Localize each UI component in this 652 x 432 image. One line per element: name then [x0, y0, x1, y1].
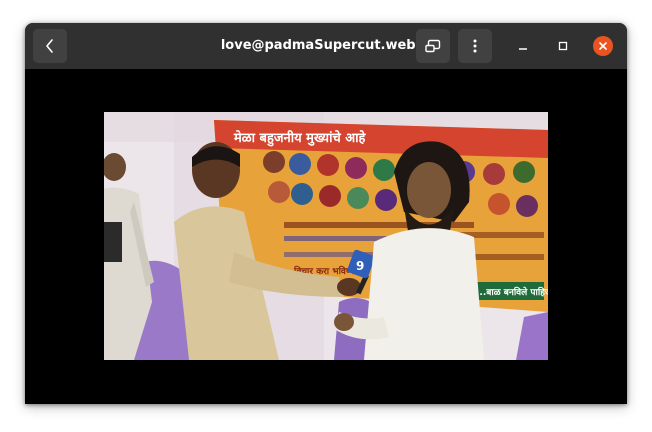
vertical-ellipsis-icon	[473, 39, 477, 53]
video-area[interactable]: मेळा बहुजनीय मुख्यांचे आहे विचार करा भवि…	[25, 69, 627, 404]
titlebar: love@padmaSupercut.webm	[25, 23, 627, 69]
maximize-icon	[558, 41, 568, 51]
mic-label: 9	[356, 259, 364, 273]
picture-in-picture-icon	[425, 39, 441, 53]
maximize-button[interactable]	[551, 34, 575, 58]
video-scene: मेळा बहुजनीय मुख्यांचे आहे विचार करा भवि…	[104, 112, 548, 360]
minimize-icon	[519, 48, 527, 50]
chevron-left-icon	[46, 39, 53, 53]
menu-button[interactable]	[458, 29, 492, 63]
banner-subtext: ...बाळ बनविले पाहिजे	[476, 286, 548, 298]
video-player-window: love@padmaSupercut.webm मेळा बहुजनीय मुख…	[25, 23, 627, 404]
back-button[interactable]	[33, 29, 67, 63]
close-button[interactable]	[591, 34, 615, 58]
picture-in-picture-button[interactable]	[416, 29, 450, 63]
banner-title: मेळा बहुजनीय मुख्यांचे आहे	[233, 130, 367, 147]
close-icon	[599, 42, 607, 50]
minimize-button[interactable]	[511, 34, 535, 58]
video-frame[interactable]: मेळा बहुजनीय मुख्यांचे आहे विचार करा भवि…	[104, 112, 548, 360]
